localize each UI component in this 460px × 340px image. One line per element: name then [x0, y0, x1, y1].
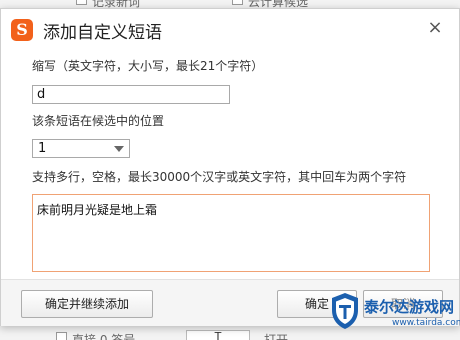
phrase-label: 支持多行，空格，最长30000个汉字或英文字符，其中回车为两个字符 [32, 170, 407, 184]
bg-checkbox-direct[interactable] [56, 332, 67, 340]
position-select[interactable]: 1 [32, 139, 130, 158]
watermark-site-url: www.tairda.com [392, 318, 460, 328]
position-label: 该条短语在候选中的位置 [32, 114, 165, 128]
bg-checkbox-record-new-words[interactable] [76, 0, 87, 5]
dialog-titlebar: S 添加自定义短语 × [1, 9, 459, 49]
phrase-textarea[interactable]: 床前明月光疑是地上霜 [32, 194, 430, 272]
bg-key-field[interactable]: T [186, 330, 250, 340]
bg-label-direct: 直接 0 答号 [72, 333, 136, 340]
sogou-logo-icon: S [11, 19, 33, 41]
add-custom-phrase-dialog: S 添加自定义短语 × 缩写（英文字符，大小写，最长21个字符） d 该条短语在… [0, 8, 460, 326]
abbreviation-label: 缩写（英文字符，大小写，最长21个字符） [32, 59, 264, 73]
background-app-bottom: 直接 0 答号 T 打开 [0, 326, 460, 340]
watermark-site-name: 泰尔达游戏网 [364, 298, 455, 316]
bg-label-open: 打开 [264, 333, 289, 340]
close-icon[interactable]: × [425, 17, 445, 39]
confirm-and-continue-button[interactable]: 确定并继续添加 [21, 290, 153, 318]
position-select-value: 1 [38, 141, 47, 156]
bg-checkbox-cloud-candidates[interactable] [232, 0, 243, 5]
watermark-shield-icon [332, 293, 358, 329]
abbreviation-input[interactable]: d [32, 85, 230, 104]
chevron-down-icon [114, 146, 124, 152]
dialog-title: 添加自定义短语 [43, 23, 162, 43]
